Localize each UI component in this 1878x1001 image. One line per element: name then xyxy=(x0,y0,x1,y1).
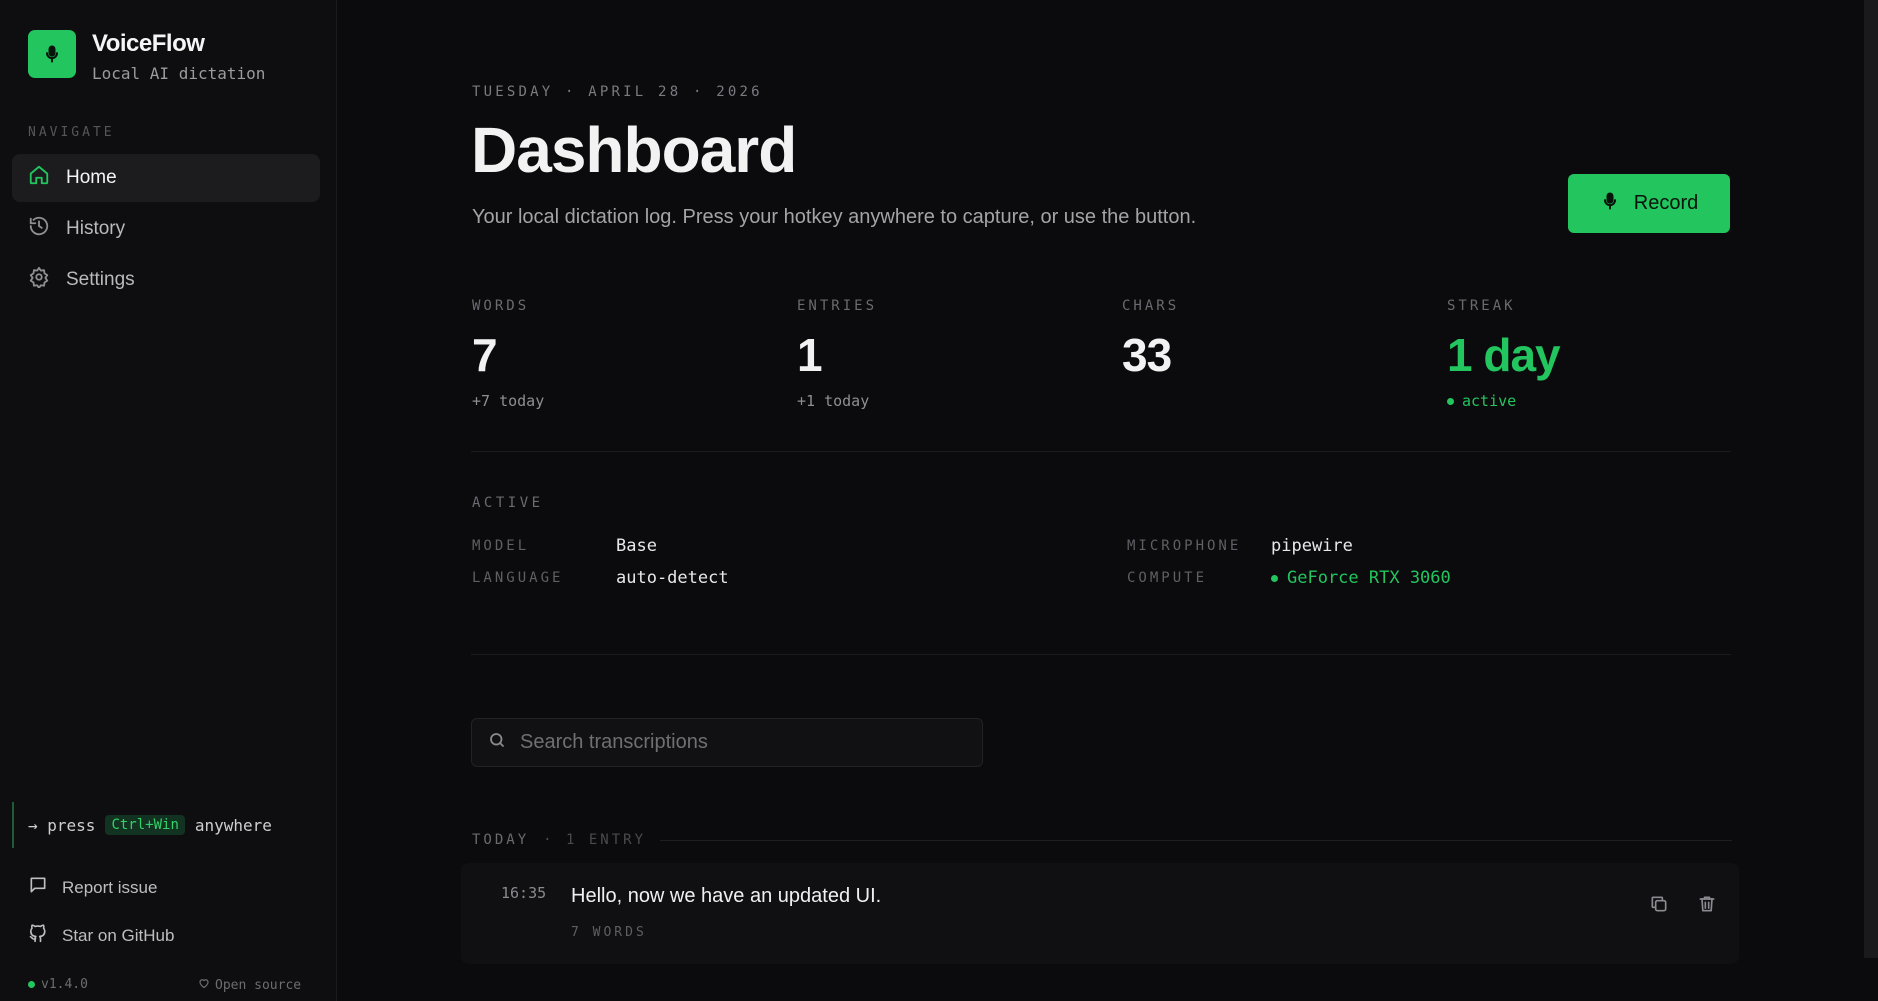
stat-value: 7 xyxy=(472,329,498,381)
stat-label: STREAK xyxy=(1447,298,1516,314)
stat-delta: +7 today xyxy=(472,392,545,410)
nav-heading: NAVIGATE xyxy=(28,125,115,140)
github-icon xyxy=(28,923,48,948)
search-icon xyxy=(488,731,506,754)
report-issue-label: Report issue xyxy=(62,877,158,897)
github-link[interactable]: Star on GitHub xyxy=(28,923,174,948)
sidebar-item-settings[interactable]: Settings xyxy=(12,256,320,304)
copy-icon xyxy=(1649,894,1669,919)
heart-icon xyxy=(198,977,210,993)
today-group-header: TODAY · 1 ENTRY xyxy=(472,832,1732,848)
open-source-label: Open source xyxy=(215,977,302,993)
stat-words: WORDS 7 +7 today xyxy=(472,298,772,410)
hotkey-badge: Ctrl+Win xyxy=(105,815,185,835)
open-source-link[interactable]: Open source xyxy=(198,977,301,993)
stat-status: active xyxy=(1447,392,1747,410)
chat-icon xyxy=(28,875,48,900)
compute-row: COMPUTE GeForce RTX 3060 xyxy=(1127,568,1451,588)
page-subtitle: Your local dictation log. Press your hot… xyxy=(472,206,1197,228)
microphone-icon xyxy=(28,30,76,78)
hint-prefix: → press xyxy=(28,815,96,835)
stat-label: CHARS xyxy=(1122,298,1180,314)
compute-value-wrap: GeForce RTX 3060 xyxy=(1271,568,1451,588)
history-icon xyxy=(28,215,50,243)
transcription-entry[interactable]: 16:35 Hello, now we have an updated UI. … xyxy=(461,863,1739,964)
stat-delta: active xyxy=(1462,392,1517,410)
hotkey-hint: → press Ctrl+Win anywhere xyxy=(12,802,312,848)
language-label: LANGUAGE xyxy=(472,570,564,586)
compute-label: COMPUTE xyxy=(1127,570,1208,586)
sidebar-item-label: Home xyxy=(66,167,117,188)
github-label: Star on GitHub xyxy=(62,925,175,945)
version-indicator: v1.4.0 xyxy=(28,977,88,992)
brand: VoiceFlow Local AI dictation xyxy=(28,30,265,83)
model-row: MODEL Base xyxy=(472,536,657,556)
status-dot xyxy=(28,981,35,988)
record-button[interactable]: Record xyxy=(1568,174,1730,233)
sidebar-item-label: History xyxy=(66,218,126,239)
home-icon xyxy=(28,164,50,192)
stat-entries: ENTRIES 1 +1 today xyxy=(797,298,1097,410)
microphone-label: MICROPHONE xyxy=(1127,538,1242,554)
model-value: Base xyxy=(616,536,657,556)
language-row: LANGUAGE auto-detect xyxy=(472,568,729,588)
entry-time: 16:35 xyxy=(501,884,547,902)
main-content: TUESDAY · APRIL 28 · 2026 Dashboard Your… xyxy=(338,0,1878,1001)
app-subtitle: Local AI dictation xyxy=(92,64,266,83)
delete-button[interactable] xyxy=(1694,893,1720,919)
status-dot xyxy=(1271,574,1278,582)
hint-suffix: anywhere xyxy=(194,815,272,835)
microphone-icon xyxy=(1600,191,1620,217)
version-label: v1.4.0 xyxy=(41,977,88,992)
current-date: TUESDAY · APRIL 28 · 2026 xyxy=(472,84,763,100)
search-input[interactable] xyxy=(520,731,960,754)
sidebar-nav: Home History Settings xyxy=(12,154,320,307)
compute-value: GeForce RTX 3060 xyxy=(1287,568,1451,588)
copy-button[interactable] xyxy=(1646,893,1672,919)
entry-text: Hello, now we have an updated UI. xyxy=(571,885,882,907)
report-issue-link[interactable]: Report issue xyxy=(28,875,157,900)
active-heading: ACTIVE xyxy=(472,495,544,511)
group-label: TODAY xyxy=(472,832,530,848)
divider xyxy=(660,839,1732,841)
record-label: Record xyxy=(1633,192,1699,214)
search-box[interactable] xyxy=(471,718,983,767)
scrollbar[interactable] xyxy=(1864,0,1878,958)
stat-value: 33 xyxy=(1122,329,1172,381)
app-name: VoiceFlow xyxy=(92,30,205,57)
divider xyxy=(471,451,1731,452)
entry-word-count: 7 WORDS xyxy=(571,925,647,940)
sidebar-item-label: Settings xyxy=(66,269,135,290)
sidebar-item-home[interactable]: Home xyxy=(12,154,320,202)
group-count: · 1 ENTRY xyxy=(543,832,647,848)
stat-label: ENTRIES xyxy=(797,298,878,314)
stat-chars: CHARS 33 xyxy=(1122,298,1422,382)
sidebar-item-history[interactable]: History xyxy=(12,205,320,253)
trash-icon xyxy=(1697,894,1717,919)
page-title: Dashboard xyxy=(471,114,797,186)
stat-value: 1 day xyxy=(1447,329,1561,381)
gear-icon xyxy=(28,266,50,294)
microphone-value: pipewire xyxy=(1271,536,1353,556)
stat-streak: STREAK 1 day active xyxy=(1447,298,1747,410)
language-value: auto-detect xyxy=(616,568,729,588)
divider xyxy=(471,654,1731,655)
status-dot xyxy=(1447,397,1454,405)
microphone-row: MICROPHONE pipewire xyxy=(1127,536,1353,556)
model-label: MODEL xyxy=(472,538,530,554)
stat-label: WORDS xyxy=(472,298,530,314)
stat-delta: +1 today xyxy=(797,392,870,410)
sidebar: VoiceFlow Local AI dictation NAVIGATE Ho… xyxy=(0,0,337,1001)
stat-value: 1 xyxy=(797,329,823,381)
